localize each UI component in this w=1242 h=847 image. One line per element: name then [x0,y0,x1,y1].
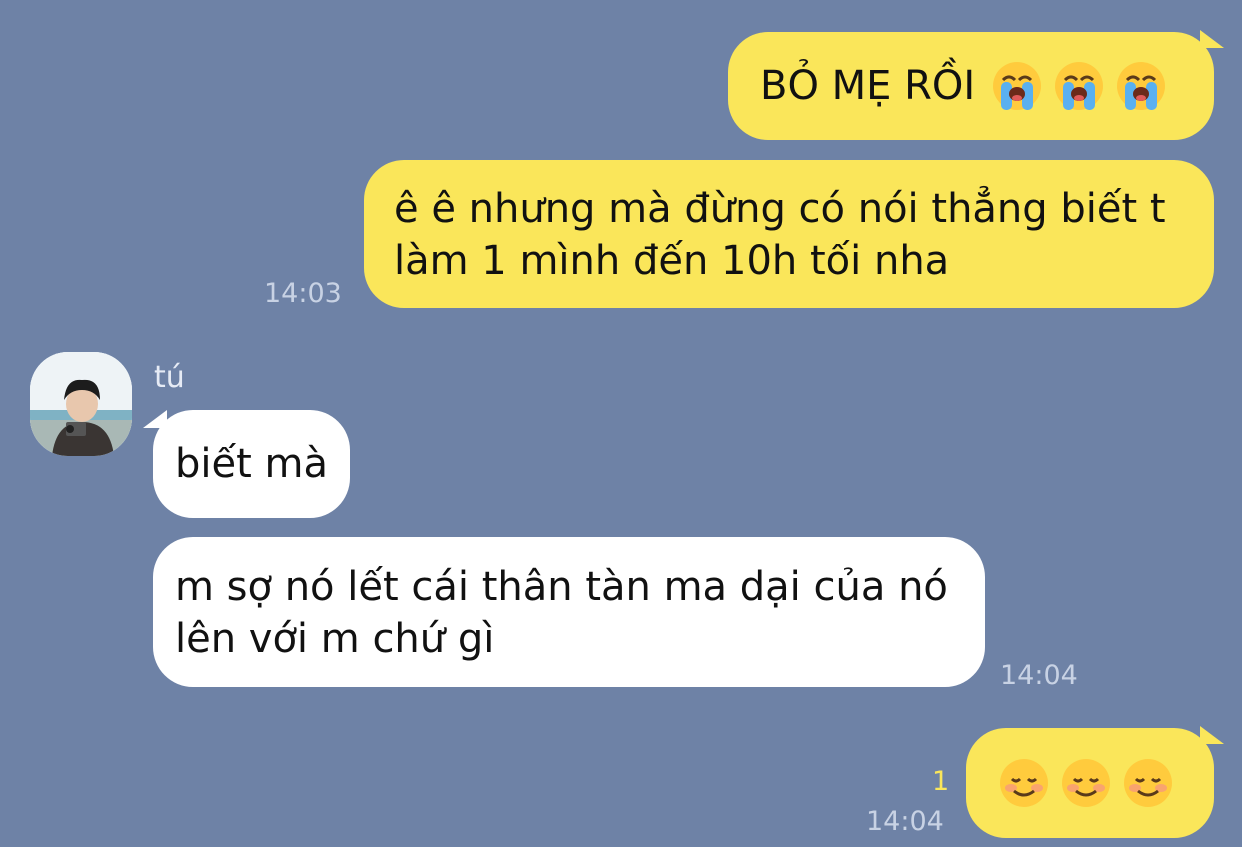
smiling-face-icon [1124,759,1172,807]
bubble-tail [1200,30,1224,48]
avatar[interactable] [30,352,132,456]
loudly-crying-face-icon [1055,62,1104,110]
unread-count: 1 [932,766,950,797]
message-text: m sợ nó lết cái thân tàn ma dại của nó l… [175,564,948,662]
incoming-message-bubble[interactable]: biết mà [143,410,350,518]
message-text: ê ê nhưng mà đừng có nói thẳng biết t là… [394,186,1166,284]
loudly-crying-face-icon [1117,62,1166,110]
smiling-face-icon [1000,759,1048,807]
loudly-crying-face-icon [993,62,1042,110]
bubble-tail [1200,726,1224,744]
message-text: BỎ MẸ RỒI [760,63,976,109]
incoming-message-bubble[interactable]: m sợ nó lết cái thân tàn ma dại của nó l… [153,537,985,687]
sender-name: tú [154,360,185,395]
profile-photo [30,352,132,456]
bubble-tail [143,410,167,428]
message-text: biết mà [175,441,328,487]
outgoing-message-bubble[interactable]: ê ê nhưng mà đừng có nói thẳng biết t là… [364,160,1214,308]
timestamp: 14:04 [1000,660,1078,691]
timestamp: 14:03 [264,278,342,309]
smiling-face-icon [1062,759,1110,807]
timestamp: 14:04 [866,806,944,837]
outgoing-message-bubble[interactable]: BỎ MẸ RỒI [728,30,1224,140]
outgoing-message-bubble[interactable] [966,726,1224,838]
